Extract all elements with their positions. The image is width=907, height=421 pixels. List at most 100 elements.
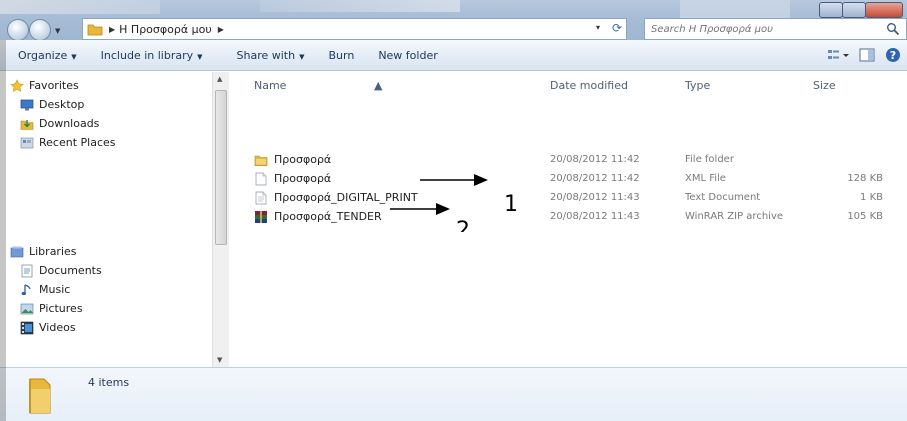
navigation-pane: Favorites Desktop Downloads Recent Place…	[0, 72, 229, 367]
scroll-up-icon[interactable]: ▲	[217, 75, 222, 83]
nav-item-downloads[interactable]: Downloads	[10, 114, 116, 133]
recent-places-icon	[20, 137, 34, 148]
file-name: Προσφορά_TENDER	[274, 210, 382, 223]
file-type: XML File	[685, 173, 726, 184]
libraries-icon	[10, 246, 24, 257]
nav-item-videos[interactable]: Videos	[10, 318, 102, 337]
column-header-date-modified[interactable]: Date modified	[550, 79, 628, 92]
star-icon	[10, 78, 24, 92]
annotation-arrow-2	[390, 203, 450, 215]
nav-favorites[interactable]: Favorites	[10, 76, 116, 95]
sort-indicator-icon: ▲	[374, 79, 383, 92]
nav-item-label: Pictures	[39, 302, 83, 315]
downloads-icon	[20, 119, 34, 130]
nav-item-music[interactable]: Music	[10, 280, 102, 299]
nav-item-label: Music	[39, 283, 71, 296]
file-list: Name ▲ Date modified Type Size Προσφορά …	[230, 72, 907, 367]
music-icon	[21, 283, 31, 295]
file-row[interactable]: Προσφορά_DIGITAL_PRINT 20/08/2012 11:43 …	[230, 189, 907, 208]
xml-file-icon	[255, 172, 267, 186]
file-type: WinRAR ZIP archive	[685, 211, 784, 222]
file-size: 128 KB	[847, 173, 883, 184]
file-date-modified: 20/08/2012 11:43	[550, 192, 640, 203]
breadcrumb-separator[interactable]: ▶	[109, 25, 115, 34]
share-with-button[interactable]: Share with ▼	[215, 49, 317, 62]
documents-icon	[21, 264, 33, 277]
chevron-down-icon: ▼	[299, 52, 305, 61]
share-with-label: Share with	[236, 48, 296, 62]
breadcrumb-current-folder[interactable]: Η Προσφορά μου	[119, 23, 212, 36]
scroll-thumb[interactable]	[215, 90, 227, 245]
nav-scrollbar[interactable]: ▲ ▼	[212, 72, 229, 367]
nav-item-recent-places[interactable]: Recent Places	[10, 133, 116, 152]
minimize-button[interactable]	[819, 2, 843, 18]
include-in-library-label: Include in library	[100, 48, 194, 62]
burn-button[interactable]: Burn	[316, 49, 366, 62]
title-bar: ▼ ▶ Η Προσφορά μου ▶ ▾ ⟳	[0, 0, 907, 41]
item-count: 4 items	[88, 376, 130, 389]
nav-item-label: Desktop	[39, 98, 85, 111]
forward-button[interactable]	[29, 19, 51, 41]
folder-icon	[29, 378, 51, 414]
column-header-row: Name ▲ Date modified Type Size	[230, 72, 907, 98]
nav-item-pictures[interactable]: Pictures	[10, 299, 102, 318]
column-header-type[interactable]: Type	[685, 79, 710, 92]
nav-item-label: Videos	[39, 321, 76, 334]
organize-button[interactable]: Organize ▼	[0, 49, 89, 62]
desktop-icon	[20, 99, 34, 110]
file-type: Text Document	[685, 192, 761, 203]
file-row[interactable]: Προσφορά 20/08/2012 11:42 XML File 128 K…	[230, 170, 907, 189]
folder-icon	[254, 155, 268, 166]
nav-item-desktop[interactable]: Desktop	[10, 95, 116, 114]
file-name: Προσφορά	[274, 153, 332, 166]
title-glass-right	[680, 0, 790, 18]
nav-item-label: Documents	[39, 264, 102, 277]
recent-pages-dropdown[interactable]: ▼	[55, 27, 60, 35]
details-pane: 4 items	[0, 367, 907, 421]
file-row[interactable]: Προσφορά 20/08/2012 11:42 File folder	[230, 151, 907, 170]
scroll-down-icon[interactable]: ▼	[217, 356, 222, 364]
file-date-modified: 20/08/2012 11:43	[550, 211, 640, 222]
pictures-icon	[20, 303, 34, 314]
search-box[interactable]	[644, 18, 907, 40]
chevron-down-icon: ▼	[71, 52, 77, 61]
title-glass-mid	[260, 0, 460, 12]
preview-pane-icon[interactable]	[859, 48, 875, 62]
view-controls: ?	[827, 47, 901, 63]
search-icon	[887, 23, 900, 36]
new-folder-button[interactable]: New folder	[366, 49, 449, 62]
back-button[interactable]	[7, 19, 29, 41]
column-header-name[interactable]: Name	[254, 79, 286, 92]
videos-icon	[20, 321, 34, 334]
window-controls	[819, 2, 903, 18]
nav-item-label: Downloads	[39, 117, 100, 130]
include-in-library-button[interactable]: Include in library ▼	[89, 49, 215, 62]
file-type: File folder	[685, 154, 734, 165]
close-button[interactable]	[865, 2, 903, 18]
text-file-icon	[255, 191, 267, 205]
column-header-size[interactable]: Size	[813, 79, 836, 92]
address-bar[interactable]: ▶ Η Προσφορά μου ▶ ▾ ⟳	[82, 18, 627, 40]
favorites-group: Favorites Desktop Downloads Recent Place…	[10, 76, 116, 152]
help-icon[interactable]: ?	[885, 47, 901, 63]
annotation-arrow-1	[420, 174, 488, 186]
file-row[interactable]: Προσφορά_TENDER 20/08/2012 11:43 WinRAR …	[230, 208, 907, 227]
address-dropdown-arrow[interactable]: ▾	[596, 23, 600, 32]
organize-label: Organize	[18, 48, 68, 62]
annotation-label-1: 1	[504, 192, 518, 217]
search-input[interactable]	[651, 23, 881, 35]
breadcrumb-separator[interactable]: ▶	[218, 25, 224, 34]
folder-icon	[87, 24, 103, 36]
nav-item-label: Recent Places	[39, 136, 116, 149]
file-name: Προσφορά	[274, 172, 332, 185]
refresh-icon[interactable]: ⟳	[612, 21, 622, 35]
nav-item-documents[interactable]: Documents	[10, 261, 102, 280]
winrar-archive-icon	[255, 211, 267, 223]
svg-text:?: ?	[890, 49, 896, 62]
nav-libraries[interactable]: Libraries	[10, 242, 102, 261]
file-date-modified: 20/08/2012 11:42	[550, 173, 640, 184]
nav-favorites-label: Favorites	[29, 79, 79, 92]
view-options-icon[interactable]	[827, 48, 849, 62]
window-shadow-edge	[0, 40, 6, 421]
maximize-button[interactable]	[842, 2, 866, 18]
